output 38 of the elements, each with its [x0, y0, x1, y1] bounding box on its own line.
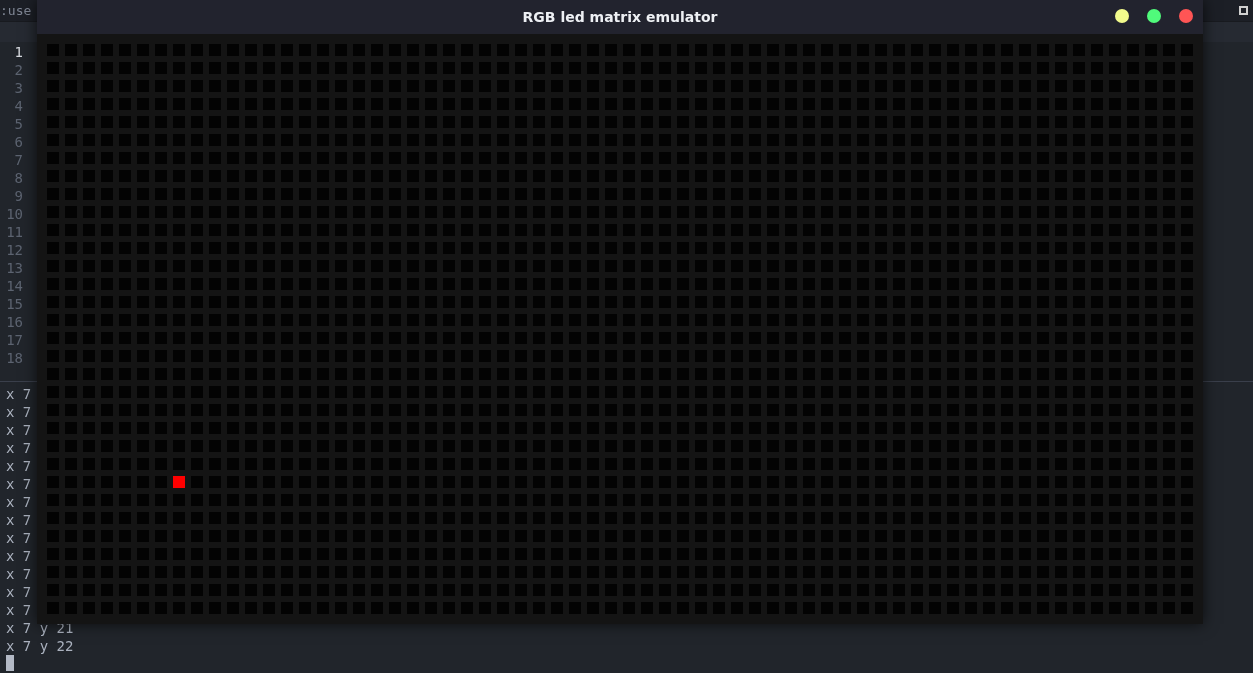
line-number: 1: [14, 43, 23, 61]
terminal-line: x 7: [6, 583, 32, 601]
window-control-button[interactable]: [1147, 9, 1161, 23]
line-number: 8: [14, 169, 23, 187]
line-number: 3: [14, 79, 23, 97]
terminal-line: x 7: [6, 385, 32, 403]
terminal-line: x 7: [6, 475, 32, 493]
line-number: 2: [14, 61, 23, 79]
terminal-cursor: [6, 655, 14, 671]
terminal-line: x 7: [6, 457, 32, 475]
line-number: 4: [14, 97, 23, 115]
line-number: 5: [14, 115, 23, 133]
terminal-line: x 7: [6, 421, 32, 439]
terminal-line: x 7: [6, 547, 32, 565]
terminal-line: x 7: [6, 493, 32, 511]
terminal-line: x 7: [6, 403, 32, 421]
window-control-button[interactable]: [1115, 9, 1129, 23]
terminal-line: x 7: [6, 511, 32, 529]
line-number: 10: [6, 205, 23, 223]
maximize-icon[interactable]: [1239, 6, 1248, 15]
terminal-line: x 7: [6, 565, 32, 583]
terminal-line: x 7: [6, 601, 32, 619]
line-number: 6: [14, 133, 23, 151]
line-number: 12: [6, 241, 23, 259]
line-number: 18: [6, 349, 23, 367]
line-number: 17: [6, 331, 23, 349]
line-number: 15: [6, 295, 23, 313]
window-title: RGB led matrix emulator: [522, 8, 718, 26]
terminal-line: x 7: [6, 439, 32, 457]
terminal-line: x 7: [6, 529, 32, 547]
line-number: 14: [6, 277, 23, 295]
line-number: 13: [6, 259, 23, 277]
line-number: 7: [14, 151, 23, 169]
line-number: 16: [6, 313, 23, 331]
editor-title: :use: [0, 2, 32, 19]
terminal-line: x 7 y 22: [6, 637, 74, 655]
line-number: 9: [14, 187, 23, 205]
line-number: 11: [6, 223, 23, 241]
